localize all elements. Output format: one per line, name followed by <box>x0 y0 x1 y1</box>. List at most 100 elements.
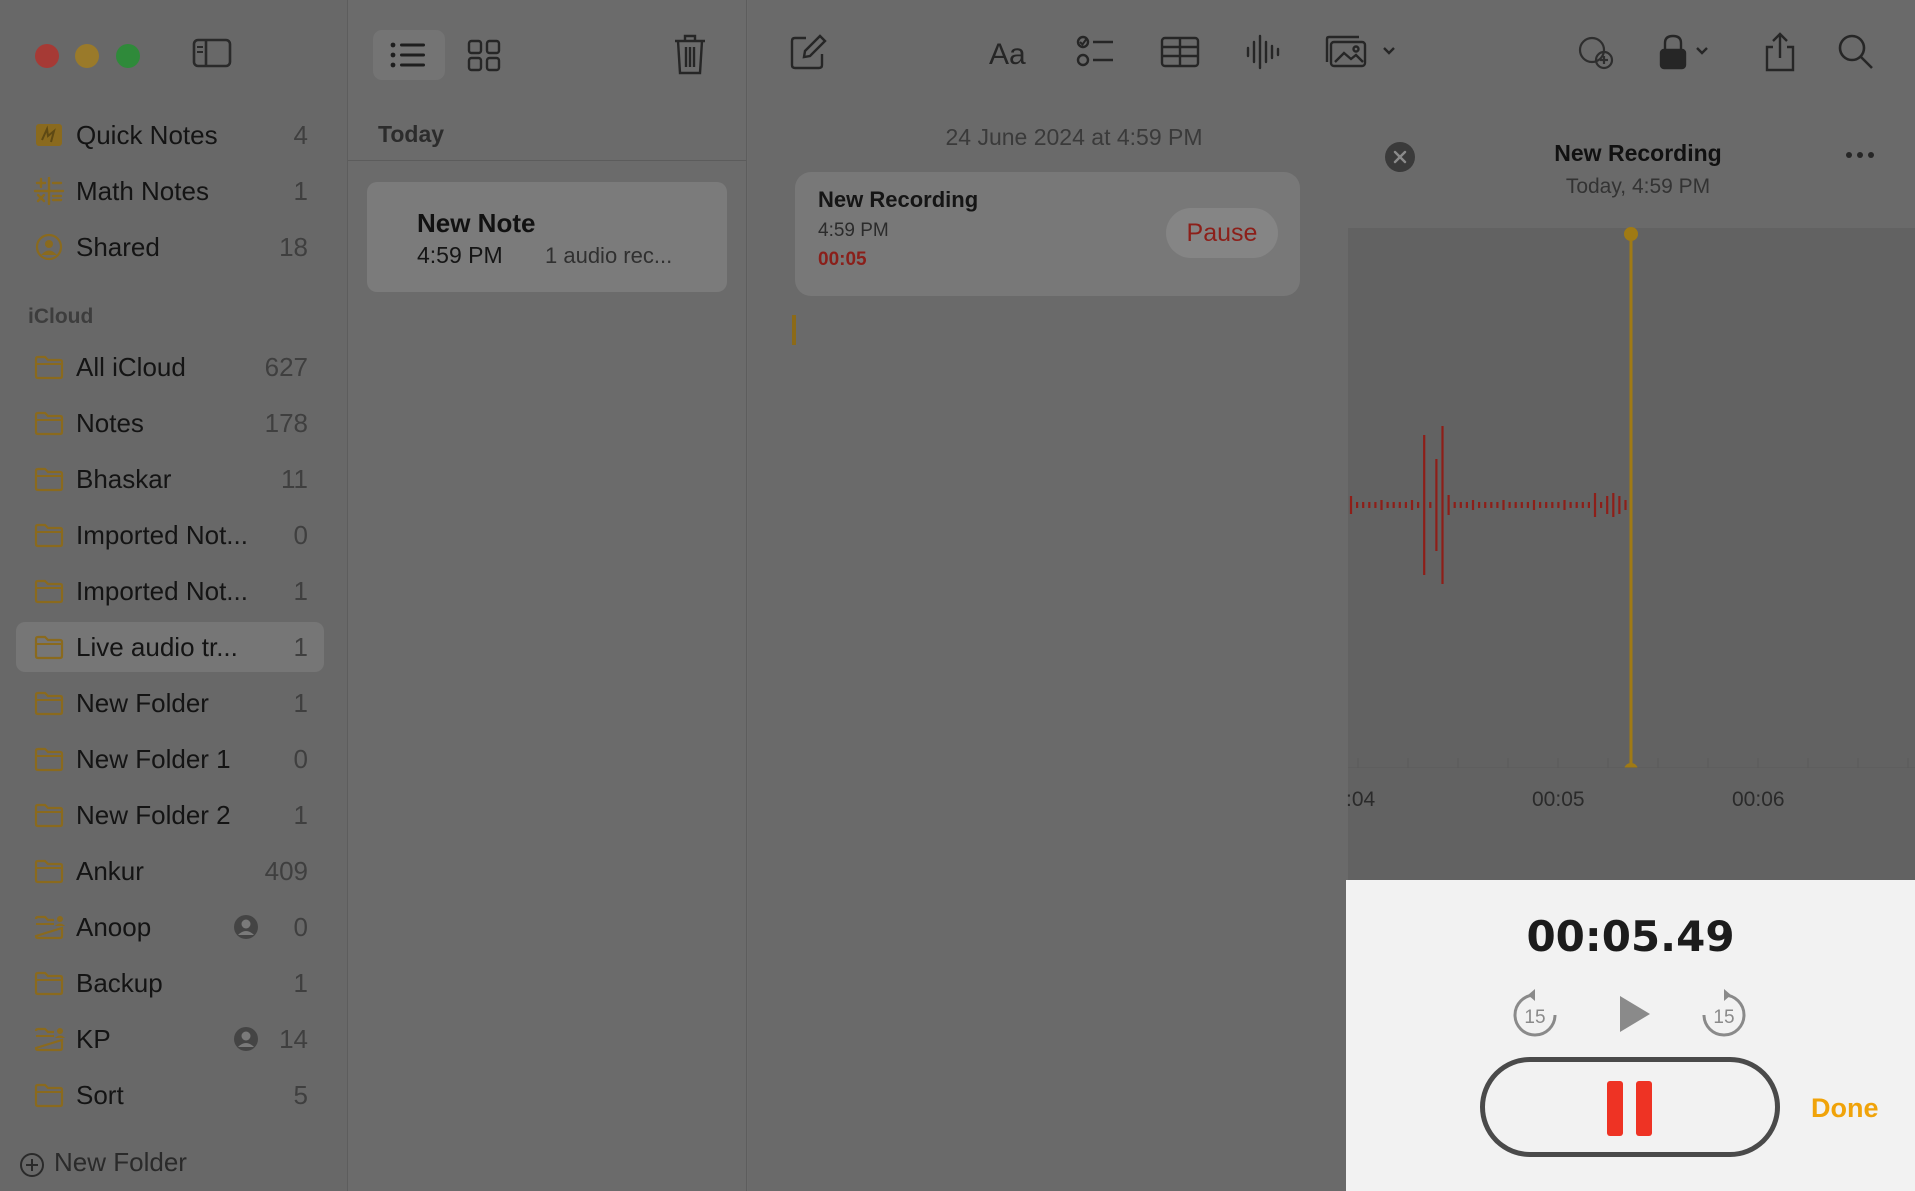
recording-card[interactable]: New Recording 4:59 PM 00:05 Pause <box>795 172 1300 296</box>
timeline-label: 00:05 <box>1532 788 1585 811</box>
skip-back-button[interactable]: 15 <box>1510 987 1560 1039</box>
more-options-button[interactable] <box>1841 143 1881 167</box>
sidebar-item[interactable]: Math Notes 1 <box>16 166 324 216</box>
close-panel-button[interactable] <box>1385 142 1415 172</box>
sidebar-item-count: 11 <box>281 464 308 494</box>
record-pause-button[interactable] <box>1480 1057 1780 1157</box>
folder-icon <box>33 969 65 997</box>
sidebar-item-label: Bhaskar <box>76 464 172 494</box>
collaborate-icon <box>1578 36 1614 70</box>
folder-icon <box>33 857 65 885</box>
sidebar-item[interactable]: Ankur 409 <box>16 846 324 896</box>
sidebar-item[interactable]: Sort 5 <box>16 1070 324 1120</box>
note-time: 4:59 PM <box>417 242 503 268</box>
photo-icon <box>1325 35 1395 68</box>
note-date: 24 June 2024 at 4:59 PM <box>945 124 1203 150</box>
sidebar-item-count: 178 <box>264 408 308 438</box>
folder-icon <box>33 745 65 773</box>
sidebar-item[interactable]: KP 14 <box>16 1014 324 1064</box>
format-button[interactable]: Aa <box>988 30 1034 74</box>
sidebar: Quick Notes 4 Math Notes 1 Shared 18 iCloud A… <box>0 0 347 1191</box>
skip-forward-button[interactable]: 15 <box>1699 987 1749 1039</box>
note-preview: 1 audio rec... <box>545 243 673 268</box>
sidebar-item-label: Math Notes <box>76 176 209 206</box>
sidebar-item-label: All iCloud <box>76 352 186 382</box>
sidebar-item[interactable]: Quick Notes 4 <box>16 110 324 160</box>
ellipsis-icon <box>1846 152 1874 158</box>
sidebar-item-label: Ankur <box>76 856 144 886</box>
folder-icon <box>33 577 65 605</box>
minimize-window-button[interactable] <box>75 44 99 68</box>
note-item[interactable]: New Note 4:59 PM 1 audio rec... <box>367 182 727 292</box>
recording-controls: 00:05.49 15 15 Done <box>1346 880 1915 1191</box>
skip-back-15-icon: 15 <box>1513 989 1557 1037</box>
playhead-bottom-handle[interactable] <box>1624 763 1638 768</box>
sidebar-item-label: Quick Notes <box>76 120 218 150</box>
sidebar-item[interactable]: All iCloud 627 <box>16 342 324 392</box>
pause-button[interactable]: Pause <box>1166 208 1278 258</box>
table-icon <box>1160 36 1200 68</box>
sidebar-item-count: 1 <box>293 968 308 998</box>
sidebar-item[interactable]: Shared 18 <box>16 222 324 272</box>
sidebar-item[interactable]: Live audio tr... 1 <box>16 622 324 672</box>
sidebar-item-count: 1 <box>293 576 308 606</box>
folder-icon <box>33 1081 65 1109</box>
collaborate-button[interactable] <box>1574 30 1620 74</box>
delete-button[interactable] <box>668 30 712 80</box>
sidebar-item[interactable]: New Folder 1 <box>16 678 324 728</box>
audio-record-button[interactable] <box>1240 30 1284 74</box>
share-button[interactable] <box>1758 30 1802 74</box>
lock-button[interactable] <box>1653 30 1723 74</box>
search-button[interactable] <box>1834 30 1878 74</box>
waveform[interactable] <box>1348 208 1915 768</box>
sidebar-item[interactable]: Imported Not... 0 <box>16 510 324 560</box>
sidebar-item-count: 1 <box>293 800 308 830</box>
done-button[interactable]: Done <box>1811 1093 1879 1124</box>
divider <box>348 160 746 161</box>
sidebar-item-count: 0 <box>293 744 308 774</box>
close-window-button[interactable] <box>35 44 59 68</box>
sidebar-item-count: 409 <box>264 856 308 886</box>
recording-panel-subtitle: Today, 4:59 PM <box>1565 175 1711 198</box>
gallery-view-button[interactable] <box>462 30 506 80</box>
trash-icon <box>675 34 705 75</box>
shared-person-icon <box>232 913 260 941</box>
timeline-label: 00:06 <box>1732 788 1785 811</box>
svg-text:15: 15 <box>1524 1007 1545 1028</box>
list-view-button[interactable] <box>373 30 445 80</box>
sidebar-item-count: 5 <box>293 1080 308 1110</box>
play-button[interactable] <box>1614 992 1654 1036</box>
pause-icon <box>1636 1081 1652 1136</box>
sidebar-item-label: Notes <box>76 408 144 438</box>
folder-icon <box>33 409 65 437</box>
sidebar-item[interactable]: Anoop 0 <box>16 902 324 952</box>
sidebar-item[interactable]: New Folder 2 1 <box>16 790 324 840</box>
folder-icon <box>33 521 65 549</box>
sidebar-toggle-icon[interactable] <box>192 37 232 69</box>
checklist-button[interactable] <box>1073 30 1117 74</box>
zoom-window-button[interactable] <box>116 44 140 68</box>
table-button[interactable] <box>1158 30 1202 74</box>
media-button[interactable] <box>1323 30 1403 74</box>
sidebar-item[interactable]: New Folder 1 0 <box>16 734 324 784</box>
folder-icon <box>33 801 65 829</box>
shared-person-icon <box>232 1025 260 1053</box>
sidebar-item[interactable]: Imported Not... 1 <box>16 566 324 616</box>
math-notes-icon <box>33 176 65 206</box>
svg-text:Aa: Aa <box>989 38 1026 71</box>
compose-button[interactable] <box>786 30 830 74</box>
date-group-header: Today <box>378 121 445 147</box>
sidebar-item[interactable]: Bhaskar 11 <box>16 454 324 504</box>
recording-timer: 00:05.49 <box>1526 912 1735 961</box>
sidebar-item[interactable]: Notes 178 <box>16 398 324 448</box>
playhead-top-handle[interactable] <box>1624 227 1638 241</box>
folder-icon <box>33 353 65 381</box>
sidebar-item-label: Live audio tr... <box>76 632 238 662</box>
share-icon <box>1765 32 1795 72</box>
sidebar-item-label: KP <box>76 1024 111 1054</box>
shared-folder-icon <box>33 913 65 941</box>
sidebar-item[interactable]: Backup 1 <box>16 958 324 1008</box>
sidebar-item-count: 14 <box>279 1024 308 1054</box>
svg-text:15: 15 <box>1713 1007 1734 1028</box>
sidebar-item-label: Imported Not... <box>76 520 248 550</box>
